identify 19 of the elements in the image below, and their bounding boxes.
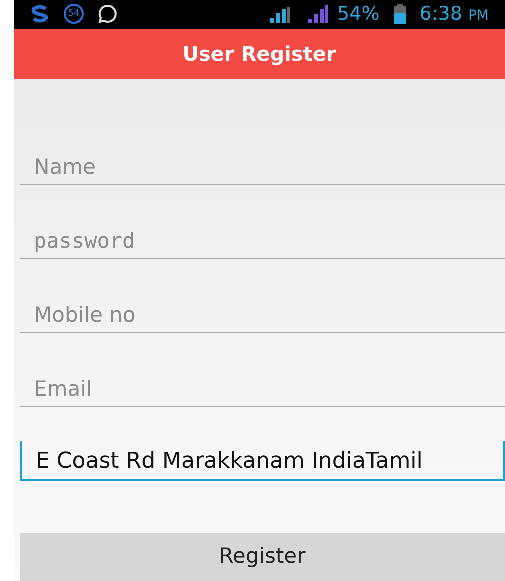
placeholder: Mobile no — [34, 302, 136, 328]
battery-percent: 54% — [338, 2, 380, 27]
placeholder: Email — [34, 376, 92, 402]
s-logo-icon — [30, 5, 50, 24]
notification-count-icon: 54 — [64, 4, 84, 24]
battery-icon — [394, 4, 406, 24]
input-field[interactable]: Mobile no — [20, 293, 505, 333]
app-title: User Register — [182, 40, 336, 68]
signal-icon — [306, 3, 330, 26]
chat-bubble-icon — [98, 4, 118, 24]
clock: 6:38 PM — [420, 2, 489, 27]
input-field[interactable]: E Coast Rd Marakkanam IndiaTamil — [20, 441, 505, 481]
input-field[interactable]: password — [20, 219, 505, 259]
placeholder: password — [34, 228, 136, 254]
input-field[interactable]: Name — [20, 145, 505, 185]
input-field[interactable]: Email — [20, 367, 505, 407]
address-value: E Coast Rd Marakkanam IndiaTamil — [36, 449, 423, 475]
placeholder: Name — [34, 154, 96, 180]
register-button[interactable]: Register — [20, 533, 505, 581]
